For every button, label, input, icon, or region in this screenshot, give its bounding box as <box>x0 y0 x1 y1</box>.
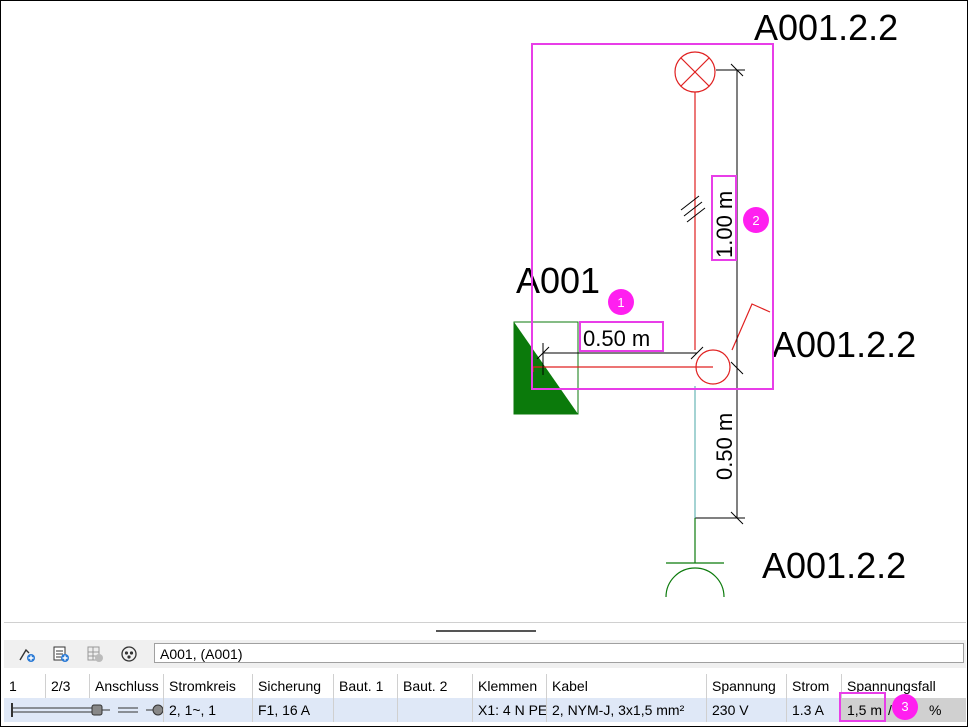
dimension-text-vertical-lower[interactable]: 0.50 m <box>712 413 737 480</box>
cell-stromkreis[interactable]: 2, 1~, 1 <box>164 698 253 722</box>
dimension-text-horizontal[interactable]: 0.50 m <box>583 326 650 351</box>
col-header-baut1[interactable]: Baut. 1 <box>334 674 398 698</box>
anschluss-symbol[interactable] <box>4 698 164 722</box>
svg-text:1: 1 <box>617 295 624 310</box>
col-header-sicherung[interactable]: Sicherung <box>253 674 334 698</box>
cell-spannung[interactable]: 230 V <box>707 698 787 722</box>
table-header: 1 2/3 Anschluss Stromkreis Sicherung Bau… <box>4 674 966 698</box>
panel-splitter-handle[interactable] <box>436 630 536 632</box>
table-row[interactable]: 2, 1~, 1 F1, 16 A X1: 4 N PE 2, NYM-J, 3… <box>4 698 966 722</box>
drawing-canvas[interactable]: A001.2.2 A001 A001.2.2 A001.2.2 0.50 m 1… <box>0 0 968 620</box>
add-device-icon[interactable] <box>16 644 38 664</box>
marker-1: 1 <box>608 289 634 315</box>
location-path-field[interactable]: A001, (A001) <box>154 643 964 663</box>
col-header-1[interactable]: 1 <box>4 674 46 698</box>
label-top-right: A001.2.2 <box>754 7 898 48</box>
circuit-line-horizontal <box>532 366 713 372</box>
dimension-text-vertical-upper[interactable]: 1.00 m <box>712 191 737 258</box>
outlet-symbol[interactable] <box>665 518 725 598</box>
marker-2: 2 <box>743 207 769 233</box>
distribution-board-symbol[interactable] <box>514 322 578 414</box>
cell-baut2[interactable] <box>398 698 473 722</box>
label-mid-right: A001.2.2 <box>772 324 916 365</box>
marker-3: 3 <box>892 694 918 720</box>
col-header-anschluss[interactable]: Anschluss <box>90 674 164 698</box>
label-bottom-right: A001.2.2 <box>762 545 906 586</box>
circuit-table: 1 2/3 Anschluss Stromkreis Sicherung Bau… <box>4 672 966 722</box>
cell-strom[interactable]: 1.3 A <box>787 698 842 722</box>
svg-text:2: 2 <box>752 213 759 228</box>
switch-symbol[interactable] <box>731 303 771 351</box>
col-header-klemmen[interactable]: Klemmen <box>473 674 547 698</box>
cell-klemmen[interactable]: X1: 4 N PE <box>473 698 547 722</box>
col-header-strom[interactable]: Strom <box>787 674 842 698</box>
cell-spannungsfall-unit[interactable]: % <box>924 698 966 722</box>
cable-conductor-ticks <box>680 195 706 223</box>
col-header-baut2[interactable]: Baut. 2 <box>398 674 473 698</box>
col-header-stromkreis[interactable]: Stromkreis <box>164 674 253 698</box>
lamp-symbol[interactable] <box>674 51 716 93</box>
grid-disabled-icon[interactable] <box>84 644 106 664</box>
col-header-spannung[interactable]: Spannung <box>707 674 787 698</box>
panel-separator <box>4 622 966 623</box>
label-main: A001 <box>516 260 600 301</box>
col-header-2-3[interactable]: 2/3 <box>46 674 90 698</box>
circuit-toolbar: A001, (A001) <box>4 640 966 668</box>
add-list-icon[interactable] <box>50 644 72 664</box>
cell-sicherung[interactable]: F1, 16 A <box>253 698 334 722</box>
callout-box-3 <box>839 692 886 722</box>
cell-kabel[interactable]: 2, NYM-J, 3x1,5 mm² <box>547 698 707 722</box>
cell-baut1[interactable] <box>334 698 398 722</box>
circuit-icon[interactable] <box>118 644 140 664</box>
col-header-kabel[interactable]: Kabel <box>547 674 707 698</box>
